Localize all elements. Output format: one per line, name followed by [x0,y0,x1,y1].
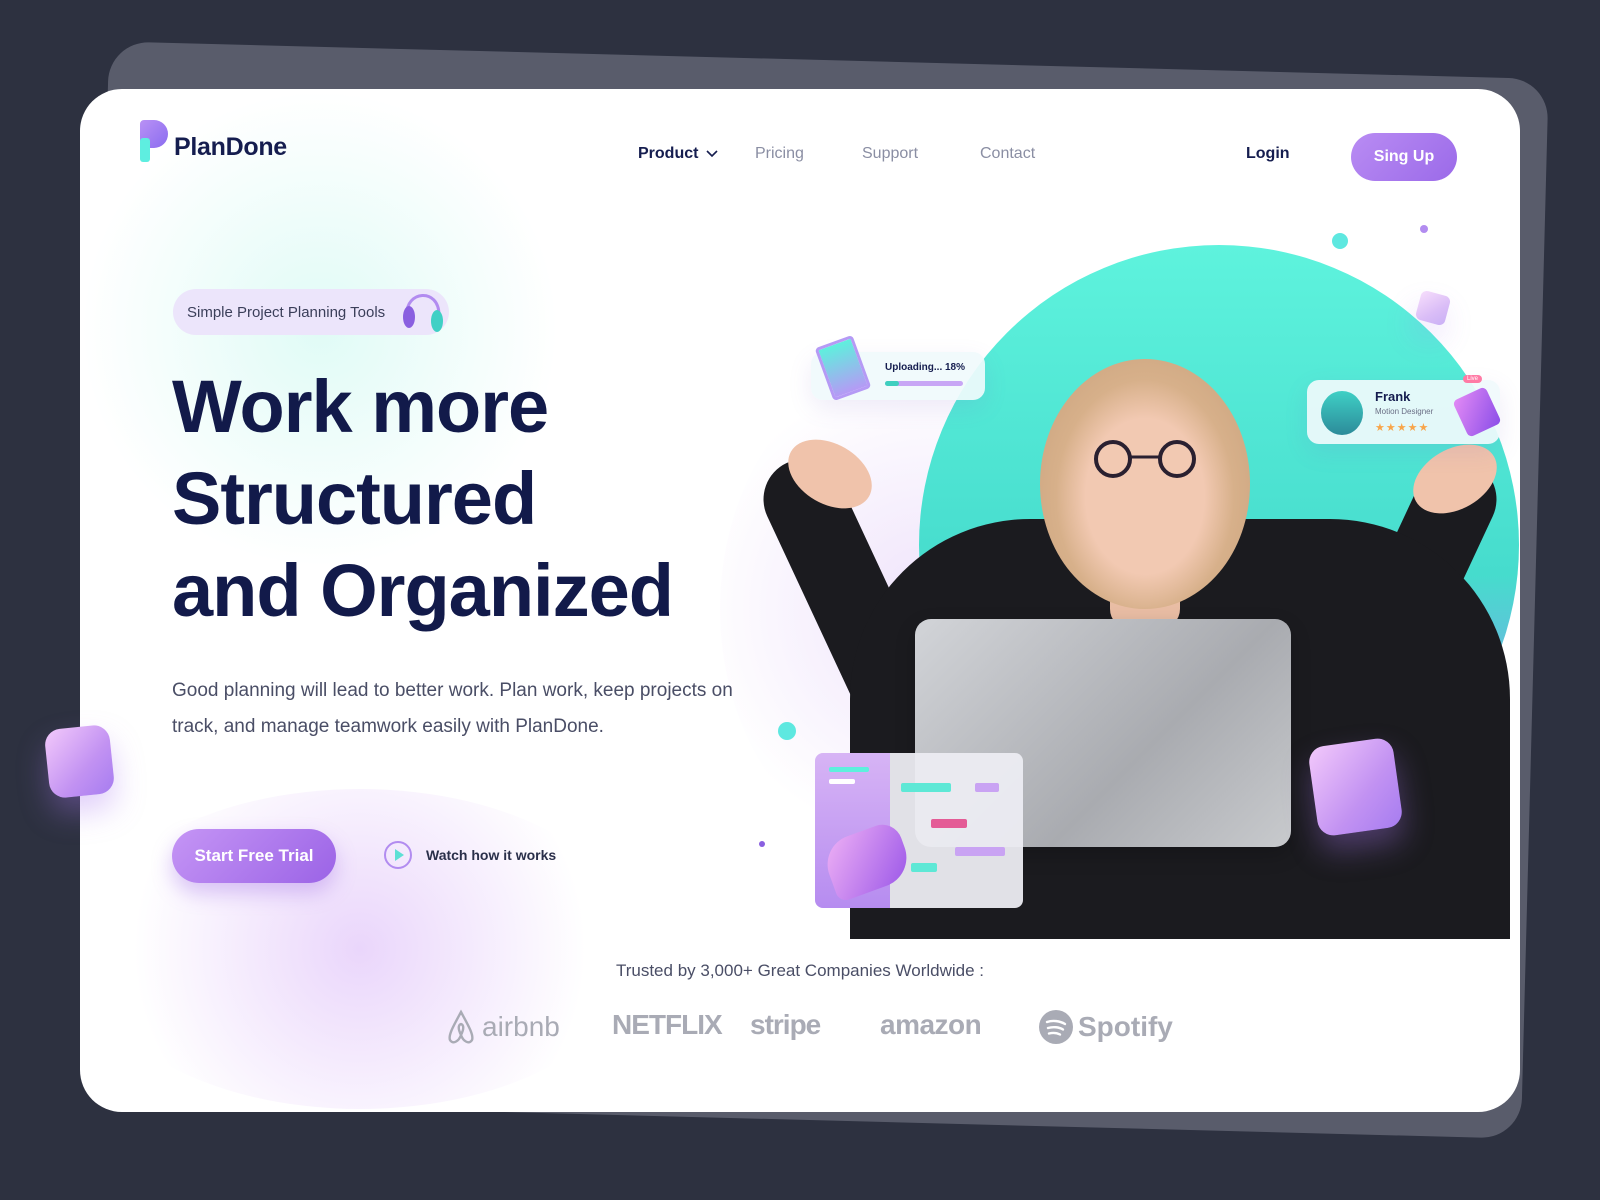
nav-support[interactable]: Support [862,145,918,163]
gantt-bar [955,847,1005,856]
airbnb-icon [448,1009,474,1044]
live-badge: Live [1463,375,1483,383]
background-glow [80,789,640,1109]
gantt-bar [901,783,951,792]
headline-line: Work more [172,365,549,448]
cube-decoration [1414,289,1452,327]
logo-airbnb: airbnb [444,1009,560,1045]
glasses-icon [1094,440,1196,478]
logo-airbnb-text: airbnb [482,1011,560,1042]
tagline-badge: Simple Project Planning Tools [173,289,449,335]
logo-spotify: Spotify [1038,1009,1173,1045]
landing-page-card: PlanDone Product Pricing Support Contact… [80,89,1520,1112]
signup-button[interactable]: Sing Up [1351,133,1457,181]
gantt-bar [911,863,937,872]
watch-video-link[interactable]: Watch how it works [384,841,556,869]
laptop-icon [814,334,872,402]
clipboard-icon [1452,386,1502,438]
person-head [1040,359,1250,609]
chevron-down-icon [706,150,719,158]
logo-spotify-text: Spotify [1078,1011,1173,1042]
avatar [1321,391,1363,435]
hero-description: Good planning will lead to better work. … [172,680,733,737]
logo-icon [140,120,168,162]
start-free-trial-button[interactable]: Start Free Trial [172,829,336,883]
play-icon [384,841,412,869]
dot-decoration [759,841,765,847]
upload-label: Uploading... 18% [885,362,966,373]
logo-stripe: stripe [750,1009,821,1040]
nav-product-label: Product [638,145,699,162]
upload-progress-bar [885,381,963,386]
tagline-text: Simple Project Planning Tools [187,303,386,321]
star-rating: ★★★★★ [1375,422,1430,434]
dot-decoration [778,722,796,740]
spotify-icon [1039,1010,1073,1044]
logo[interactable]: PlanDone [140,120,287,162]
trusted-by-text: Trusted by 3,000+ Great Companies Worldw… [615,961,985,980]
watch-label: Watch how it works [426,847,557,863]
logo-netflix: NETFLIX [612,1009,723,1040]
hero-headline: Work more Structured and Organized [172,361,674,637]
upload-progress-fill [885,381,900,386]
cube-decoration [1307,736,1404,838]
upload-progress-card: Uploading... 18% [811,334,985,402]
brand-name: PlanDone [174,133,287,161]
profile-card: Frank Motion Designer ★★★★★ Live [1307,375,1502,444]
login-link[interactable]: Login [1246,145,1290,163]
gantt-chart-card [815,753,1023,908]
cube-decoration [43,723,116,800]
nav-product[interactable]: Product [638,145,719,163]
headline-line: and Organized [172,549,674,632]
gantt-bar [975,783,999,792]
nav-pricing[interactable]: Pricing [755,145,804,163]
headline-line: Structured [172,457,537,540]
profile-name: Frank [1375,389,1411,404]
dot-decoration [1420,225,1428,233]
gantt-bar [931,819,967,828]
profile-role: Motion Designer [1375,407,1434,416]
nav-contact[interactable]: Contact [980,145,1035,163]
dot-decoration [1332,233,1348,249]
logo-amazon: amazon [880,1009,982,1040]
headphones-icon [403,294,443,332]
